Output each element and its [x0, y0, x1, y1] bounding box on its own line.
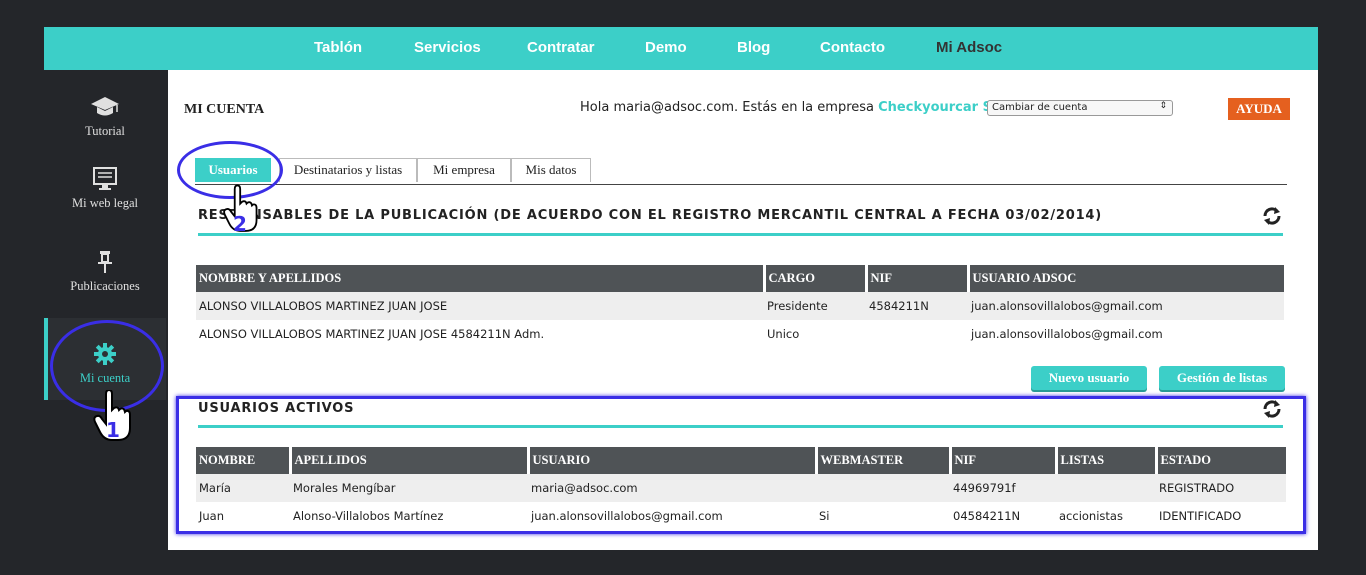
table-cell: ALONSO VILLALOBOS MARTINEZ JUAN JOSE 458… [199, 327, 545, 341]
monitor-icon [93, 167, 117, 190]
table-row: ALONSO VILLALOBOS MARTINEZ JUAN JOSE Pre… [196, 292, 1284, 320]
page-title: MI CUENTA [184, 102, 265, 117]
column-header: USUARIO ADSOC [968, 265, 1284, 292]
table-cell: juan.alonsovillalobos@gmail.com [968, 292, 1284, 320]
new-user-button[interactable]: Nuevo usuario [1031, 366, 1147, 390]
greeting-text: Hola maria@adsoc.com. Estás en la empres… [580, 100, 874, 115]
nav-item-contacto[interactable]: Contacto [820, 39, 885, 56]
table-cell: Presidente [764, 292, 866, 320]
responsables-title: RESPONSABLES DE LA PUBLICACIÓN (DE ACUER… [198, 208, 1102, 223]
table-header-row: NOMBRE Y APELLIDOS CARGO NIF USUARIO ADS… [196, 265, 1284, 292]
tab-mis-datos[interactable]: Mis datos [511, 158, 591, 182]
nav-item-blog[interactable]: Blog [737, 39, 770, 56]
nav-item-contratar[interactable]: Contratar [527, 39, 595, 56]
top-navigation: Tablón Servicios Contratar Demo Blog Con… [44, 27, 1318, 70]
table-cell: juan.alonsovillalobos@gmail.com [971, 327, 1163, 341]
annotation-highlight-box [176, 396, 1306, 534]
table-cell [866, 320, 968, 348]
column-header: NOMBRE Y APELLIDOS [196, 265, 766, 292]
account-select-value: Cambiar de cuenta [992, 102, 1088, 113]
table-cell: 4584211N [866, 292, 968, 320]
refresh-icon[interactable] [1261, 205, 1283, 227]
account-select[interactable]: Cambiar de cuenta ⇕ [987, 100, 1173, 116]
nav-item-tablon[interactable]: Tablón [314, 39, 362, 56]
nav-item-demo[interactable]: Demo [645, 39, 687, 56]
annotation-number-1: 1 [106, 418, 120, 442]
help-button[interactable]: AYUDA [1228, 98, 1290, 120]
manage-lists-button[interactable]: Gestión de listas [1159, 366, 1285, 390]
nav-item-servicios[interactable]: Servicios [414, 39, 481, 56]
table-cell: ALONSO VILLALOBOS MARTINEZ JUAN JOSE [196, 292, 764, 320]
sidebar-item-tutorial[interactable]: Tutorial [44, 95, 166, 139]
column-header: CARGO [764, 265, 868, 292]
sidebar-item-label: Publicaciones [70, 279, 140, 293]
graduation-cap-icon [91, 97, 119, 116]
tab-destinatarios[interactable]: Destinatarios y listas [279, 158, 417, 182]
sidebar-item-mi-web-legal[interactable]: Mi web legal [44, 167, 166, 211]
greeting: Hola maria@adsoc.com. Estás en la empres… [580, 100, 1010, 115]
sidebar-item-label: Tutorial [85, 124, 125, 138]
responsables-underline [198, 233, 1283, 236]
column-header: NIF [866, 265, 970, 292]
table-row: ALONSO VILLALOBOS MARTINEZ JUAN JOSE 458… [196, 320, 1284, 348]
annotation-number-2: 2 [233, 212, 247, 236]
tabs-divider [195, 184, 1287, 185]
table-cell: Unico [767, 327, 800, 341]
select-arrows-icon: ⇕ [1159, 101, 1167, 111]
sidebar-item-publicaciones[interactable]: Publicaciones [44, 250, 166, 294]
responsables-table: NOMBRE Y APELLIDOS CARGO NIF USUARIO ADS… [196, 265, 1284, 348]
pushpin-icon [98, 251, 112, 273]
nav-item-mi-adsoc[interactable]: Mi Adsoc [936, 39, 1002, 56]
tab-mi-empresa[interactable]: Mi empresa [417, 158, 511, 182]
sidebar-item-label: Mi web legal [72, 196, 138, 210]
